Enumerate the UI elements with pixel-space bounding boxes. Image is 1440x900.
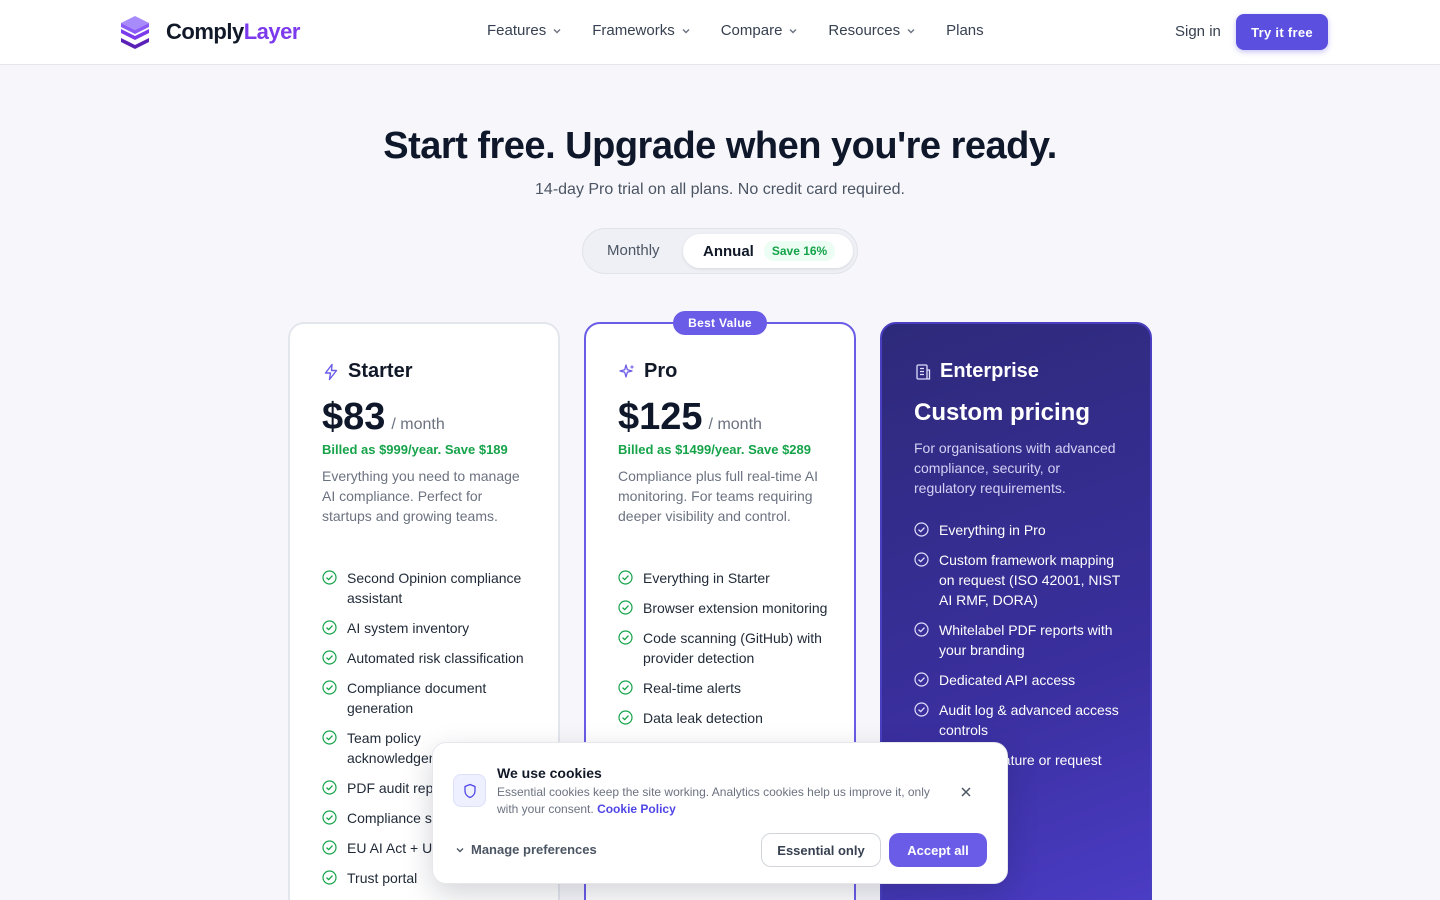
plan-description: Compliance plus full real-time AI monito… bbox=[618, 468, 818, 524]
nav-plans[interactable]: Plans bbox=[946, 22, 984, 39]
check-circle-icon bbox=[322, 570, 337, 585]
accept-all-button[interactable]: Accept all bbox=[889, 833, 987, 867]
lightning-icon bbox=[324, 363, 338, 380]
check-circle-icon bbox=[618, 600, 633, 615]
plan-name: Enterprise bbox=[940, 360, 1039, 382]
check-circle-icon bbox=[914, 552, 929, 567]
feature-item: Browser extension monitoring bbox=[618, 598, 833, 618]
feature-item: Everything in Pro bbox=[914, 520, 1126, 540]
check-circle-icon bbox=[618, 630, 633, 645]
nav-compare[interactable]: Compare bbox=[721, 22, 799, 39]
check-circle-icon bbox=[618, 680, 633, 695]
manage-preferences-toggle[interactable]: Manage preferences bbox=[455, 842, 597, 857]
cookie-banner: We use cookies Essential cookies keep th… bbox=[432, 742, 1008, 884]
cookie-text: Essential cookies keep the site working.… bbox=[497, 785, 930, 816]
brand-name: ComplyLayer bbox=[166, 19, 300, 44]
plan-price: Custom pricing bbox=[914, 399, 1091, 426]
check-circle-icon bbox=[322, 650, 337, 665]
feature-item: Automated risk classification bbox=[322, 648, 537, 668]
page-title: Start free. Upgrade when you're ready. bbox=[383, 125, 1057, 167]
try-free-button[interactable]: Try it free bbox=[1236, 14, 1328, 50]
page-subtitle: 14-day Pro trial on all plans. No credit… bbox=[535, 181, 905, 198]
feature-item: Real-time alerts bbox=[618, 678, 833, 698]
shield-icon bbox=[453, 774, 486, 807]
feature-item: Audit log & advanced access controls bbox=[914, 700, 1126, 740]
check-circle-icon bbox=[322, 680, 337, 695]
billed-note: Billed as $999/year. Save $189 bbox=[322, 442, 508, 457]
sparkles-icon bbox=[619, 363, 635, 378]
check-circle-icon bbox=[914, 622, 929, 637]
close-icon[interactable] bbox=[957, 783, 975, 801]
cookie-title: We use cookies bbox=[497, 765, 602, 781]
nav-frameworks[interactable]: Frameworks bbox=[592, 22, 691, 39]
logo-mark-icon bbox=[121, 16, 149, 49]
plan-period: / month bbox=[708, 416, 762, 433]
check-circle-icon bbox=[322, 840, 337, 855]
check-circle-icon bbox=[914, 702, 929, 717]
monthly-option[interactable]: Monthly bbox=[607, 242, 660, 259]
check-circle-icon bbox=[322, 620, 337, 635]
chevron-down-icon bbox=[907, 28, 915, 33]
billed-note: Billed as $1499/year. Save $289 bbox=[618, 442, 811, 457]
plan-price: $125 bbox=[618, 396, 703, 438]
billing-toggle: Monthly Annual Save 16% bbox=[582, 228, 858, 274]
check-circle-icon bbox=[322, 730, 337, 745]
check-circle-icon bbox=[618, 570, 633, 585]
save-badge: Save 16% bbox=[763, 241, 836, 261]
plan-period: / month bbox=[391, 416, 445, 433]
feature-item: Second Opinion compliance assistant bbox=[322, 568, 537, 608]
plan-description: Everything you need to manage AI complia… bbox=[322, 468, 520, 524]
feature-list: Everything in Starter Browser extension … bbox=[618, 568, 833, 738]
building-icon bbox=[916, 363, 931, 380]
check-circle-icon bbox=[322, 780, 337, 795]
chevron-down-icon bbox=[553, 28, 561, 33]
site-header: ComplyLayer Features Frameworks Compare … bbox=[0, 0, 1440, 65]
feature-item: Custom framework mapping on request (ISO… bbox=[914, 550, 1126, 610]
check-circle-icon bbox=[914, 672, 929, 687]
main-nav: Features Frameworks Compare Resources Pl… bbox=[487, 22, 1014, 39]
feature-item: Compliance document generation bbox=[322, 678, 537, 718]
check-circle-icon bbox=[322, 810, 337, 825]
chevron-down-icon bbox=[789, 28, 797, 33]
best-value-badge: Best Value bbox=[673, 311, 767, 335]
check-circle-icon bbox=[914, 522, 929, 537]
check-circle-icon bbox=[618, 710, 633, 725]
feature-item: Dedicated API access bbox=[914, 670, 1126, 690]
plan-name: Starter bbox=[348, 360, 413, 382]
feature-item: Whitelabel PDF reports with your brandin… bbox=[914, 620, 1126, 660]
chevron-down-icon bbox=[682, 28, 690, 33]
cookie-policy-link[interactable]: Cookie Policy bbox=[597, 802, 676, 816]
annual-option[interactable]: Annual Save 16% bbox=[683, 234, 853, 268]
logo[interactable]: ComplyLayer bbox=[119, 14, 300, 50]
plan-description: For organisations with advanced complian… bbox=[914, 440, 1116, 496]
feature-item: Everything in Starter bbox=[618, 568, 833, 588]
plan-price: $83 bbox=[322, 396, 386, 438]
plan-name: Pro bbox=[644, 360, 678, 382]
annual-label: Annual bbox=[703, 242, 754, 260]
essential-only-button[interactable]: Essential only bbox=[761, 833, 881, 867]
feature-item: AI system inventory bbox=[322, 618, 537, 638]
check-circle-icon bbox=[322, 870, 337, 885]
sign-in-link[interactable]: Sign in bbox=[1175, 23, 1221, 40]
feature-list: Everything in Pro Custom framework mappi… bbox=[914, 520, 1126, 780]
nav-resources[interactable]: Resources bbox=[828, 22, 916, 39]
nav-features[interactable]: Features bbox=[487, 22, 562, 39]
feature-item: Code scanning (GitHub) with provider det… bbox=[618, 628, 833, 668]
feature-item: Data leak detection bbox=[618, 708, 833, 728]
chevron-down-icon bbox=[456, 847, 464, 852]
